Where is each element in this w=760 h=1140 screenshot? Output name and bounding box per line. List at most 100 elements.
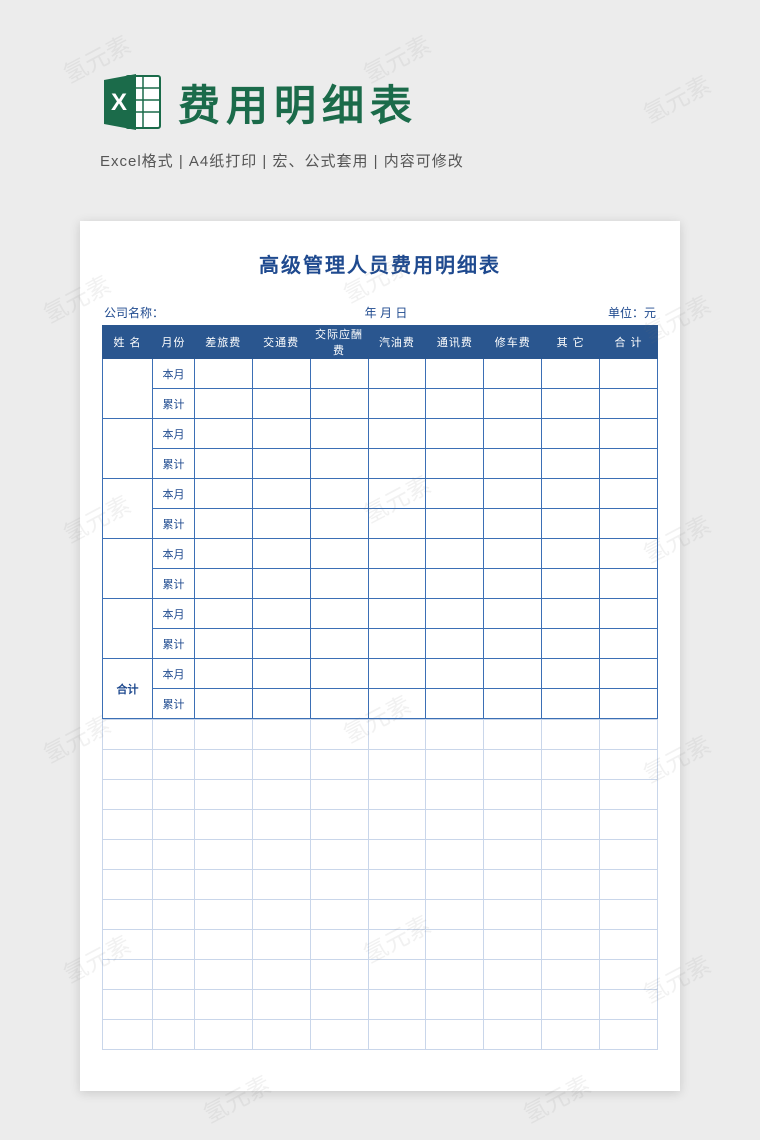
table-cell: [194, 629, 252, 659]
table-row: [103, 810, 658, 840]
table-cell: [153, 870, 195, 900]
month-label: 累计: [153, 509, 195, 539]
table-cell: [103, 930, 153, 960]
month-label: 本月: [153, 479, 195, 509]
col-header: 交际应酬费: [310, 326, 368, 359]
table-cell: [542, 359, 600, 389]
table-cell: [310, 840, 368, 870]
table-cell: [310, 780, 368, 810]
table-row: [103, 960, 658, 990]
col-header: 月份: [153, 326, 195, 359]
table-cell: [194, 479, 252, 509]
table-cell: [310, 810, 368, 840]
table-cell: [426, 509, 484, 539]
table-cell: [484, 629, 542, 659]
table-cell: [484, 930, 542, 960]
table-cell: [484, 449, 542, 479]
month-label: 累计: [153, 689, 195, 719]
table-cell: [194, 1020, 252, 1050]
table-cell: [484, 599, 542, 629]
meta-company: 公司名称：: [104, 304, 164, 321]
table-cell: [542, 449, 600, 479]
table-cell: [426, 870, 484, 900]
table-cell: [368, 750, 426, 780]
total-label: 合计: [103, 659, 153, 719]
table-cell: [310, 449, 368, 479]
table-cell: [484, 870, 542, 900]
table-cell: [194, 389, 252, 419]
table-cell: [426, 359, 484, 389]
table-cell: [103, 1020, 153, 1050]
table-cell: [426, 479, 484, 509]
table-cell: [426, 539, 484, 569]
table-cell: [426, 389, 484, 419]
table-cell: [368, 780, 426, 810]
table-cell: [600, 659, 658, 689]
col-header: 修车费: [484, 326, 542, 359]
table-cell: [252, 629, 310, 659]
col-header: 姓 名: [103, 326, 153, 359]
table-cell: [600, 389, 658, 419]
table-cell: [310, 1020, 368, 1050]
table-row: [103, 750, 658, 780]
table-cell: [426, 840, 484, 870]
table-cell: [484, 539, 542, 569]
table-cell: [542, 720, 600, 750]
table-cell: [426, 629, 484, 659]
table-cell: [153, 810, 195, 840]
table-cell: [252, 840, 310, 870]
table-cell: [252, 569, 310, 599]
table-cell: [368, 870, 426, 900]
table-cell: [484, 509, 542, 539]
name-cell: [103, 539, 153, 599]
table-cell: [426, 960, 484, 990]
table-row: [103, 930, 658, 960]
table-cell: [600, 359, 658, 389]
table-cell: [426, 1020, 484, 1050]
table-cell: [194, 870, 252, 900]
table-cell: [542, 1020, 600, 1050]
table-cell: [368, 720, 426, 750]
month-label: 累计: [153, 389, 195, 419]
svg-text:X: X: [111, 89, 127, 116]
table-cell: [484, 389, 542, 419]
table-cell: [252, 689, 310, 719]
table-cell: [153, 990, 195, 1020]
meta-row: 公司名称： 年 月 日 单位：元: [104, 304, 656, 321]
table-cell: [153, 1020, 195, 1050]
col-header: 其 它: [542, 326, 600, 359]
table-cell: [194, 720, 252, 750]
table-cell: [484, 659, 542, 689]
table-cell: [368, 930, 426, 960]
table-cell: [600, 599, 658, 629]
table-cell: [368, 479, 426, 509]
table-cell: [600, 689, 658, 719]
table-cell: [368, 990, 426, 1020]
table-cell: [484, 569, 542, 599]
table-cell: [426, 750, 484, 780]
table-row: 累计: [103, 569, 658, 599]
spreadsheet-preview: 高级管理人员费用明细表 公司名称： 年 月 日 单位：元 姓 名 月份 差旅费 …: [80, 221, 680, 1091]
table-cell: [426, 659, 484, 689]
table-cell: [368, 659, 426, 689]
table-cell: [426, 599, 484, 629]
table-cell: [484, 990, 542, 1020]
table-row: [103, 840, 658, 870]
table-cell: [368, 960, 426, 990]
table-cell: [153, 840, 195, 870]
table-cell: [542, 629, 600, 659]
name-cell: [103, 479, 153, 539]
table-cell: [484, 1020, 542, 1050]
month-label: 累计: [153, 629, 195, 659]
table-cell: [600, 449, 658, 479]
table-cell: [103, 810, 153, 840]
table-cell: [194, 780, 252, 810]
table-row: [103, 720, 658, 750]
table-cell: [310, 750, 368, 780]
table-cell: [542, 479, 600, 509]
table-cell: [426, 900, 484, 930]
table-cell: [542, 930, 600, 960]
table-cell: [484, 750, 542, 780]
table-cell: [368, 539, 426, 569]
table-cell: [484, 359, 542, 389]
